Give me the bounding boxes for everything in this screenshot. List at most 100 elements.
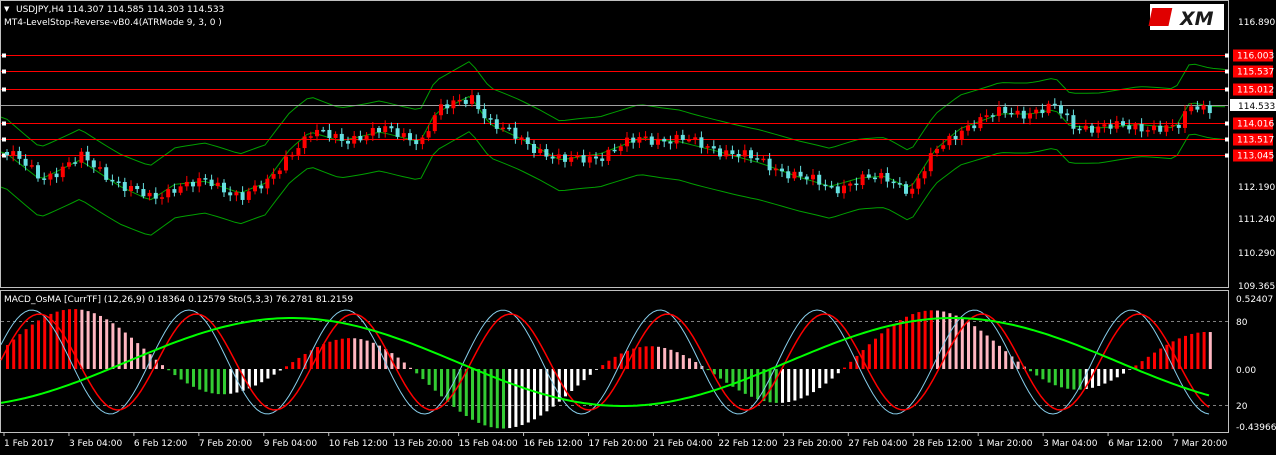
candle-body bbox=[544, 149, 549, 157]
candle-body bbox=[637, 137, 642, 143]
histogram-bar bbox=[241, 369, 245, 391]
candle-body bbox=[556, 154, 561, 159]
price-tick: 110.290 bbox=[1238, 249, 1275, 259]
sub-axis[interactable]: 0.52407 80 0.00 20 -0.43966 bbox=[1236, 295, 1276, 433]
histogram-bar bbox=[440, 369, 443, 397]
level-tag-text: 114.016 bbox=[1237, 120, 1274, 130]
candle-body bbox=[507, 127, 512, 130]
candle-body bbox=[494, 119, 499, 129]
histogram-bar bbox=[1066, 369, 1070, 389]
histogram-bar bbox=[37, 320, 40, 369]
histogram-bar bbox=[105, 319, 109, 369]
time-label: 17 Feb 20:00 bbox=[589, 439, 648, 449]
time-label: 3 Mar 04:00 bbox=[1043, 439, 1098, 449]
candle-body bbox=[1077, 128, 1082, 131]
histogram-bar bbox=[948, 313, 952, 369]
dropdown-arrow-icon[interactable]: ▼ bbox=[4, 5, 10, 13]
histogram-bar bbox=[334, 339, 338, 369]
level-handle bbox=[2, 53, 6, 58]
histogram-bar bbox=[223, 369, 226, 395]
histogram-bar bbox=[464, 369, 468, 417]
candle-body bbox=[835, 186, 840, 194]
candle-body bbox=[761, 158, 766, 161]
candle-body bbox=[271, 174, 276, 179]
current-price-tag: 114.533 bbox=[1230, 99, 1276, 112]
candle-body bbox=[916, 178, 921, 189]
histogram-bar bbox=[185, 369, 189, 384]
histogram-bar bbox=[142, 348, 146, 369]
time-label: 27 Feb 04:00 bbox=[848, 439, 907, 449]
histogram-bar bbox=[359, 339, 363, 369]
candle-body bbox=[978, 117, 983, 129]
histogram-bar bbox=[452, 369, 456, 407]
histogram-bar bbox=[985, 335, 989, 369]
candle-body bbox=[383, 126, 388, 133]
candle-body bbox=[23, 158, 28, 166]
candle-body bbox=[792, 171, 797, 179]
candle-body bbox=[358, 135, 363, 141]
candle-body bbox=[649, 136, 654, 145]
level-tag-text: 116.003 bbox=[1237, 52, 1274, 62]
histogram-bar bbox=[998, 345, 1001, 369]
histogram-bar bbox=[570, 369, 574, 391]
histogram-bar bbox=[973, 326, 977, 369]
histogram-bar bbox=[111, 323, 115, 369]
histogram-bar bbox=[1072, 369, 1076, 390]
histogram-bar bbox=[750, 369, 753, 397]
time-label: 1 Mar 20:00 bbox=[978, 439, 1033, 449]
candle-body bbox=[228, 192, 233, 196]
histogram-bar bbox=[688, 358, 691, 369]
histogram-bar bbox=[1109, 369, 1113, 381]
level-handle bbox=[2, 137, 6, 142]
candle-body bbox=[1145, 130, 1150, 132]
candle-body bbox=[618, 146, 623, 151]
candle-body bbox=[829, 186, 834, 188]
candle-body bbox=[209, 179, 214, 187]
histogram-bar bbox=[1128, 369, 1132, 370]
candle-body bbox=[408, 133, 412, 141]
time-axis[interactable]: 1 Feb 2017 3 Feb 04:00 6 Feb 12:00 7 Feb 20… bbox=[3, 432, 1228, 449]
histogram-bar bbox=[898, 320, 902, 369]
trading-chart[interactable]: ▼ USDJPY,H4 114.307 114.585 114.303 114.… bbox=[0, 0, 1276, 455]
candle-body bbox=[1059, 105, 1063, 114]
histogram-bar bbox=[979, 330, 983, 369]
histogram-bar bbox=[613, 356, 617, 369]
histogram-bar bbox=[130, 337, 133, 369]
histogram-bar bbox=[657, 346, 660, 369]
histogram-bar bbox=[204, 369, 208, 392]
histogram-bar bbox=[192, 369, 195, 387]
candle-body bbox=[147, 192, 152, 197]
candle-body bbox=[73, 162, 78, 164]
candle-body bbox=[742, 150, 747, 157]
candle-body bbox=[612, 149, 617, 152]
time-label: 16 Feb 12:00 bbox=[524, 439, 583, 449]
histogram-bar bbox=[812, 369, 815, 393]
candle-body bbox=[222, 182, 226, 193]
candle-body bbox=[891, 181, 896, 184]
time-label: 1 Feb 2017 bbox=[4, 439, 54, 449]
histogram-bar bbox=[216, 369, 220, 395]
candle-body bbox=[153, 192, 158, 199]
time-label: 21 Feb 04:00 bbox=[653, 439, 712, 449]
histogram-bar bbox=[663, 347, 667, 369]
candle-body bbox=[643, 136, 648, 139]
candle-body bbox=[736, 154, 741, 157]
histogram-bar bbox=[340, 338, 344, 369]
histogram-bar bbox=[18, 334, 22, 369]
histogram-bar bbox=[477, 369, 481, 423]
histogram-bar bbox=[793, 369, 797, 401]
candle-body bbox=[246, 191, 251, 200]
histogram-bar bbox=[719, 369, 722, 379]
histogram-bar bbox=[874, 338, 877, 369]
candle-body bbox=[451, 100, 456, 109]
histogram-bar bbox=[24, 329, 28, 369]
candle-body bbox=[445, 104, 450, 109]
candle-body bbox=[1176, 124, 1181, 128]
histogram-bar bbox=[830, 369, 834, 379]
candle-body bbox=[1052, 103, 1057, 106]
histogram-bar bbox=[545, 369, 549, 412]
candle-body bbox=[321, 129, 326, 132]
histogram-bar bbox=[582, 369, 586, 381]
candle-body bbox=[104, 167, 109, 180]
sub-tick: -0.43966 bbox=[1236, 423, 1276, 433]
